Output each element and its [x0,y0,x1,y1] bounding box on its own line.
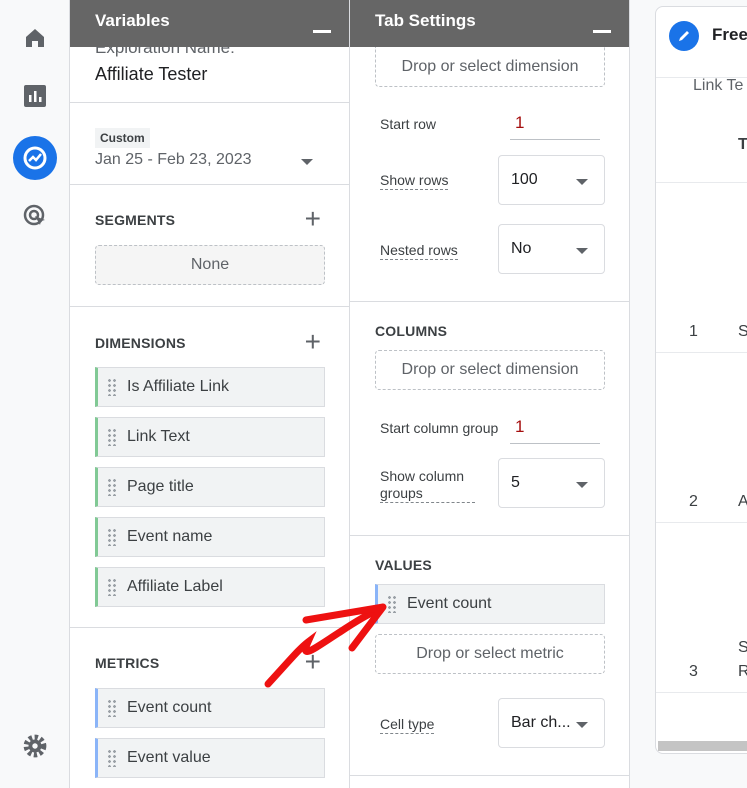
red-arrow-annotation [264,603,387,688]
